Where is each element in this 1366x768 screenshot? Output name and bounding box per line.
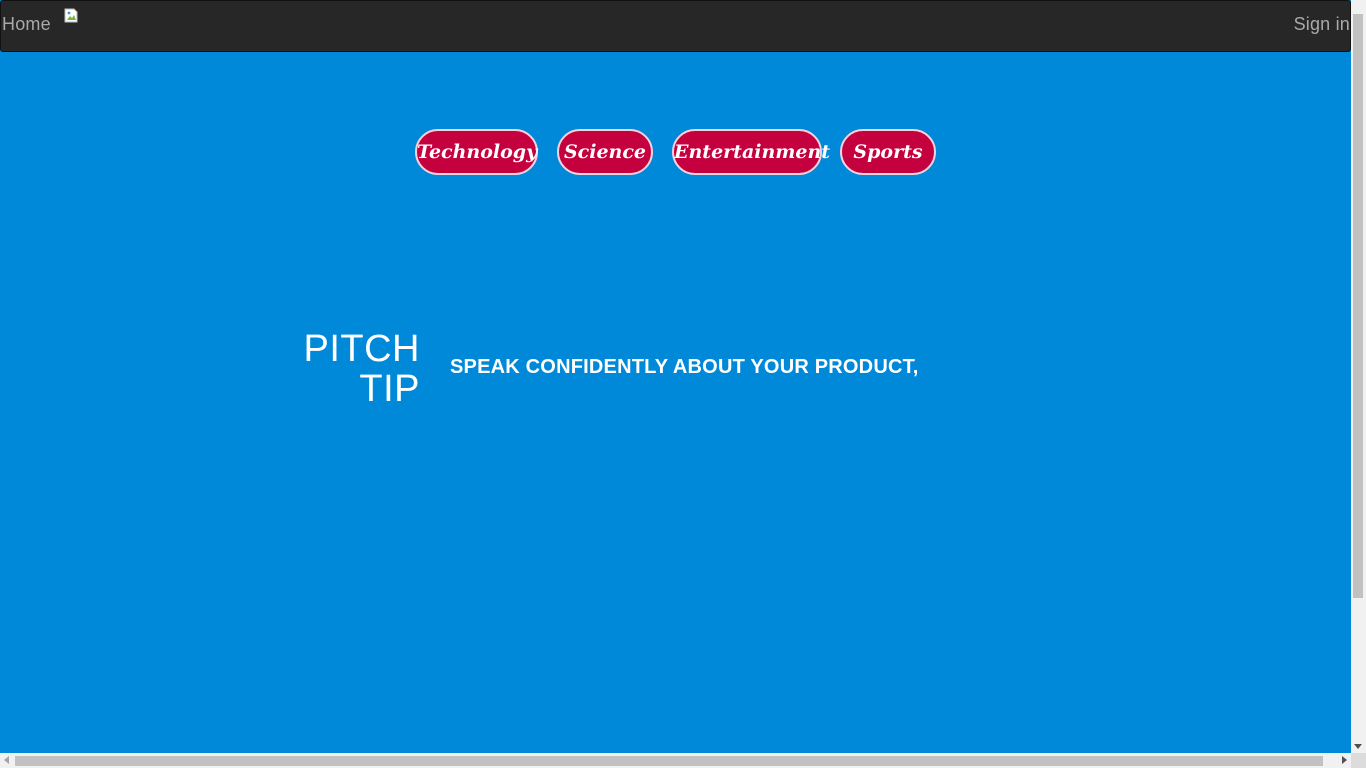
pitch-tip-heading: PITCH TIP	[304, 329, 421, 409]
scroll-right-arrow-icon[interactable]	[1342, 756, 1347, 764]
horizontal-scrollbar-thumb[interactable]	[15, 756, 1323, 766]
scroll-left-arrow-icon[interactable]	[4, 756, 9, 764]
sign-in-link[interactable]: Sign in	[1294, 14, 1350, 35]
horizontal-scrollbar[interactable]	[0, 753, 1351, 768]
pitch-tip-text: SPEAK CONFIDENTLY ABOUT YOUR PRODUCT,	[450, 356, 919, 378]
pitch-tip-heading-line2: TIP	[359, 368, 420, 410]
category-technology-button[interactable]: Technology	[415, 129, 538, 175]
category-science-button[interactable]: Science	[557, 129, 653, 175]
vertical-scrollbar-thumb[interactable]	[1353, 14, 1363, 598]
broken-image-icon[interactable]	[64, 8, 80, 24]
category-entertainment-button[interactable]: Entertainment	[672, 129, 830, 175]
navbar: Home Sign in	[0, 0, 1351, 52]
scroll-down-arrow-icon[interactable]	[1354, 744, 1362, 749]
page: Home Sign in Technology Science Entertai…	[0, 0, 1351, 753]
pitch-tip-heading-line1: PITCH	[303, 328, 420, 370]
scrollbar-corner	[1351, 753, 1366, 768]
category-sports-button[interactable]: Sports	[840, 129, 936, 175]
home-link[interactable]: Home	[2, 14, 51, 35]
vertical-scrollbar[interactable]	[1351, 0, 1366, 753]
